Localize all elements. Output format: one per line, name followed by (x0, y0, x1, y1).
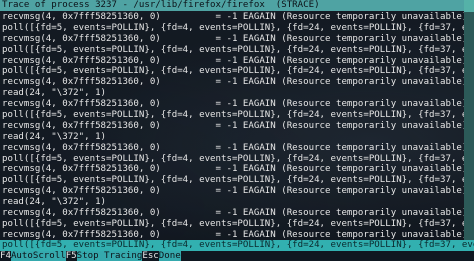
trace-line[interactable]: recvmsg(4, 0x7fff58251360, 0) = -1 EAGAI… (2, 208, 464, 219)
trace-line[interactable]: poll([{fd=5, events=POLLIN}, {fd=4, even… (2, 66, 464, 77)
trace-line[interactable]: recvmsg(4, 0x7fff58251360, 0) = -1 EAGAI… (2, 164, 464, 175)
trace-line[interactable]: recvmsg(4, 0x7fff58251360, 0) = -1 EAGAI… (2, 12, 464, 23)
trace-line[interactable]: recvmsg(4, 0x7fff58251360, 0) = -1 EAGAI… (2, 121, 464, 132)
trace-line[interactable]: poll([{fd=5, events=POLLIN}, {fd=4, even… (2, 23, 464, 34)
scrollbar-thumb[interactable] (464, 0, 474, 12)
trace-line[interactable]: poll([{fd=5, events=POLLIN}, {fd=4, even… (2, 110, 464, 121)
trace-line[interactable]: recvmsg(4, 0x7fff58251360, 0) = -1 EAGAI… (2, 56, 464, 67)
trace-line[interactable]: poll([{fd=5, events=POLLIN}, {fd=4, even… (2, 175, 464, 186)
trace-line[interactable]: recvmsg(4, 0x7fff58251360, 0) = -1 EAGAI… (2, 186, 464, 197)
function-label-done[interactable]: Done (158, 251, 181, 261)
function-key-f5[interactable]: F5 (65, 251, 77, 261)
trace-line[interactable]: recvmsg(4, 0x7fff58251360, 0) = -1 EAGAI… (2, 99, 464, 110)
selected-trace-line[interactable]: poll([{fd=5, events=POLLIN}, {fd=4, even… (0, 240, 474, 251)
trace-line[interactable]: read(24, "\372", 1) (2, 132, 464, 143)
trace-line[interactable]: poll([{fd=5, events=POLLIN}, {fd=4, even… (2, 154, 464, 165)
trace-line[interactable]: recvmsg(4, 0x7fff58251360, 0) = -1 EAGAI… (2, 143, 464, 154)
function-key-bar: F4AutoScrollF5Stop TracingEscDone (0, 251, 474, 261)
trace-line[interactable]: recvmsg(4, 0x7fff58251360, 0) = -1 EAGAI… (2, 77, 464, 88)
function-label-autoscroll[interactable]: AutoScroll (10, 251, 66, 261)
trace-line[interactable]: poll([{fd=5, events=POLLIN}, {fd=4, even… (2, 45, 464, 56)
trace-line[interactable]: read(24, "\372", 1) (2, 197, 464, 208)
scrollbar[interactable] (464, 0, 474, 240)
function-label-stop-tracing[interactable]: Stop Tracing (76, 251, 143, 261)
trace-output: recvmsg(4, 0x7fff58251360, 0) = -1 EAGAI… (2, 12, 464, 241)
trace-line[interactable]: poll([{fd=5, events=POLLIN}, {fd=4, even… (2, 219, 464, 230)
function-key-esc[interactable]: Esc (142, 251, 159, 261)
function-key-f4[interactable]: F4 (0, 251, 11, 261)
trace-line[interactable]: recvmsg(4, 0x7fff58251360, 0) = -1 EAGAI… (2, 34, 464, 45)
trace-line[interactable]: read(24, "\372", 1) (2, 88, 464, 99)
window-title: Trace of process 3237 - /usr/lib/firefox… (0, 0, 466, 11)
